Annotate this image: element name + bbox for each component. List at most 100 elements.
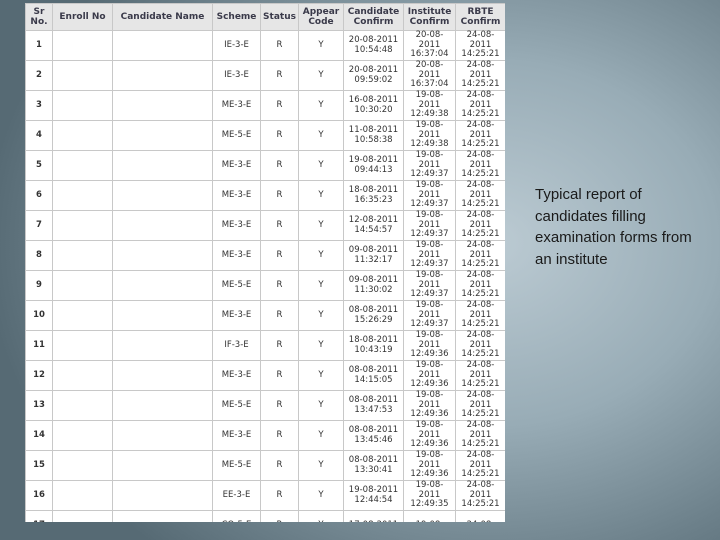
- table-cell: 16-08-2011 10:30:20: [343, 90, 404, 121]
- table-cell: [112, 120, 213, 151]
- table-cell: 19-08-: [403, 510, 456, 522]
- table-cell: 24-08-2011 14:25:21: [455, 240, 505, 271]
- table-cell: R: [260, 60, 299, 91]
- table-cell: 24-08-2011 14:25:21: [455, 360, 505, 391]
- table-cell: 7: [25, 210, 53, 241]
- table-cell: 09-08-2011 11:32:17: [343, 240, 404, 271]
- table-cell: Y: [298, 30, 344, 61]
- column-header: Sr No.: [25, 3, 53, 31]
- table-cell: ME-5-E: [212, 120, 261, 151]
- table-cell: 08-08-2011 15:26:29: [343, 300, 404, 331]
- table-cell: R: [260, 120, 299, 151]
- table-cell: [52, 300, 113, 331]
- table-cell: R: [260, 420, 299, 451]
- table-cell: R: [260, 90, 299, 121]
- table-cell: [52, 180, 113, 211]
- table-cell: Y: [298, 480, 344, 511]
- table-cell: 10: [25, 300, 53, 331]
- table-cell: R: [260, 150, 299, 181]
- table-cell: [52, 120, 113, 151]
- table-cell: R: [260, 180, 299, 211]
- table-cell: [112, 210, 213, 241]
- table-cell: [52, 210, 113, 241]
- table-row: 2 IE-3-E R Y 20-08-2011 09:59:02 20-08-2011 1…: [25, 60, 505, 91]
- table-row: 8 ME-3-E R Y 09-08-2011 11:32:17 19-08-2011 1…: [25, 240, 505, 271]
- table-cell: R: [260, 390, 299, 421]
- table-cell: IE-3-E: [212, 30, 261, 61]
- table-cell: 19-08-2011 12:49:37: [403, 150, 456, 181]
- table-cell: [52, 240, 113, 271]
- table-cell: 24-08-2011 14:25:21: [455, 90, 505, 121]
- table-cell: 24-08-2011 14:25:21: [455, 330, 505, 361]
- column-header: Status: [260, 3, 299, 31]
- table-cell: 15: [25, 450, 53, 481]
- table-cell: R: [260, 450, 299, 481]
- table-cell: 12-08-2011 14:54:57: [343, 210, 404, 241]
- table-cell: Y: [298, 420, 344, 451]
- table-cell: [112, 450, 213, 481]
- table-cell: 24-08-2011 14:25:21: [455, 420, 505, 451]
- table-cell: [112, 270, 213, 301]
- table-cell: 13: [25, 390, 53, 421]
- table-cell: 19-08-2011 09:44:13: [343, 150, 404, 181]
- table-cell: 24-08-2011 14:25:21: [455, 390, 505, 421]
- table-cell: [112, 390, 213, 421]
- table-cell: 20-08-2011 16:37:04: [403, 30, 456, 61]
- table-cell: Y: [298, 390, 344, 421]
- table-cell: [112, 180, 213, 211]
- table-cell: 19-08-2011 12:49:37: [403, 210, 456, 241]
- table-cell: 18-08-2011 10:43:19: [343, 330, 404, 361]
- table-cell: 20-08-2011 16:37:04: [403, 60, 456, 91]
- column-header: Enroll No: [52, 3, 113, 31]
- table-row: 12 ME-3-E R Y 08-08-2011 14:15:05 19-08-2011 …: [25, 360, 505, 391]
- table-cell: 24-08-2011 14:25:21: [455, 60, 505, 91]
- table-cell: [112, 90, 213, 121]
- table-cell: 16: [25, 480, 53, 511]
- table-cell: 11: [25, 330, 53, 361]
- table-row: 16 EE-3-E R Y 19-08-2011 12:44:54 19-08-2011 …: [25, 480, 505, 511]
- table-row: 7 ME-3-E R Y 12-08-2011 14:54:57 19-08-2011 1…: [25, 210, 505, 241]
- table-cell: 19-08-2011 12:49:37: [403, 300, 456, 331]
- table-cell: EE-3-E: [212, 480, 261, 511]
- table-cell: 24-08-2011 14:25:21: [455, 150, 505, 181]
- table-cell: 19-08-2011 12:49:36: [403, 450, 456, 481]
- table-cell: [52, 90, 113, 121]
- table-cell: 17: [25, 510, 53, 522]
- table-cell: R: [260, 240, 299, 271]
- column-header: Scheme: [212, 3, 261, 31]
- table-cell: [112, 360, 213, 391]
- table-cell: R: [260, 210, 299, 241]
- table-row: 9 ME-5-E R Y 09-08-2011 11:30:02 19-08-2011 1…: [25, 270, 505, 301]
- table-row: 4 ME-5-E R Y 11-08-2011 10:58:38 19-08-2011 1…: [25, 120, 505, 151]
- table-cell: ME-3-E: [212, 90, 261, 121]
- table-cell: 24-08-2011 14:25:21: [455, 480, 505, 511]
- table-cell: Y: [298, 240, 344, 271]
- table-cell: 24-08-2011 14:25:21: [455, 210, 505, 241]
- table-cell: Y: [298, 300, 344, 331]
- table-cell: 19-08-2011 12:44:54: [343, 480, 404, 511]
- table-cell: [52, 450, 113, 481]
- table-cell: R: [260, 30, 299, 61]
- column-header: Candidate Name: [112, 3, 213, 31]
- table-cell: R: [260, 510, 299, 522]
- table-cell: [52, 270, 113, 301]
- table-cell: Y: [298, 180, 344, 211]
- table-cell: Y: [298, 150, 344, 181]
- table-cell: Y: [298, 510, 344, 522]
- table-cell: 24-08-2011 14:25:21: [455, 450, 505, 481]
- table-header-row: Sr No. Enroll No Candidate Name Scheme Statu…: [25, 3, 505, 31]
- table-cell: R: [260, 330, 299, 361]
- table-cell: Y: [298, 360, 344, 391]
- table-cell: 19-08-2011 12:49:38: [403, 120, 456, 151]
- table-cell: [112, 60, 213, 91]
- table-cell: 24-08-: [455, 510, 505, 522]
- table-cell: 19-08-2011 12:49:37: [403, 180, 456, 211]
- table-cell: 24-08-2011 14:25:21: [455, 30, 505, 61]
- table-cell: 09-08-2011 11:30:02: [343, 270, 404, 301]
- table-cell: 9: [25, 270, 53, 301]
- table-cell: [112, 510, 213, 522]
- table-row: 13 ME-5-E R Y 08-08-2011 13:47:53 19-08-2011 …: [25, 390, 505, 421]
- table-cell: Y: [298, 60, 344, 91]
- table-cell: ME-3-E: [212, 150, 261, 181]
- table-cell: ME-3-E: [212, 210, 261, 241]
